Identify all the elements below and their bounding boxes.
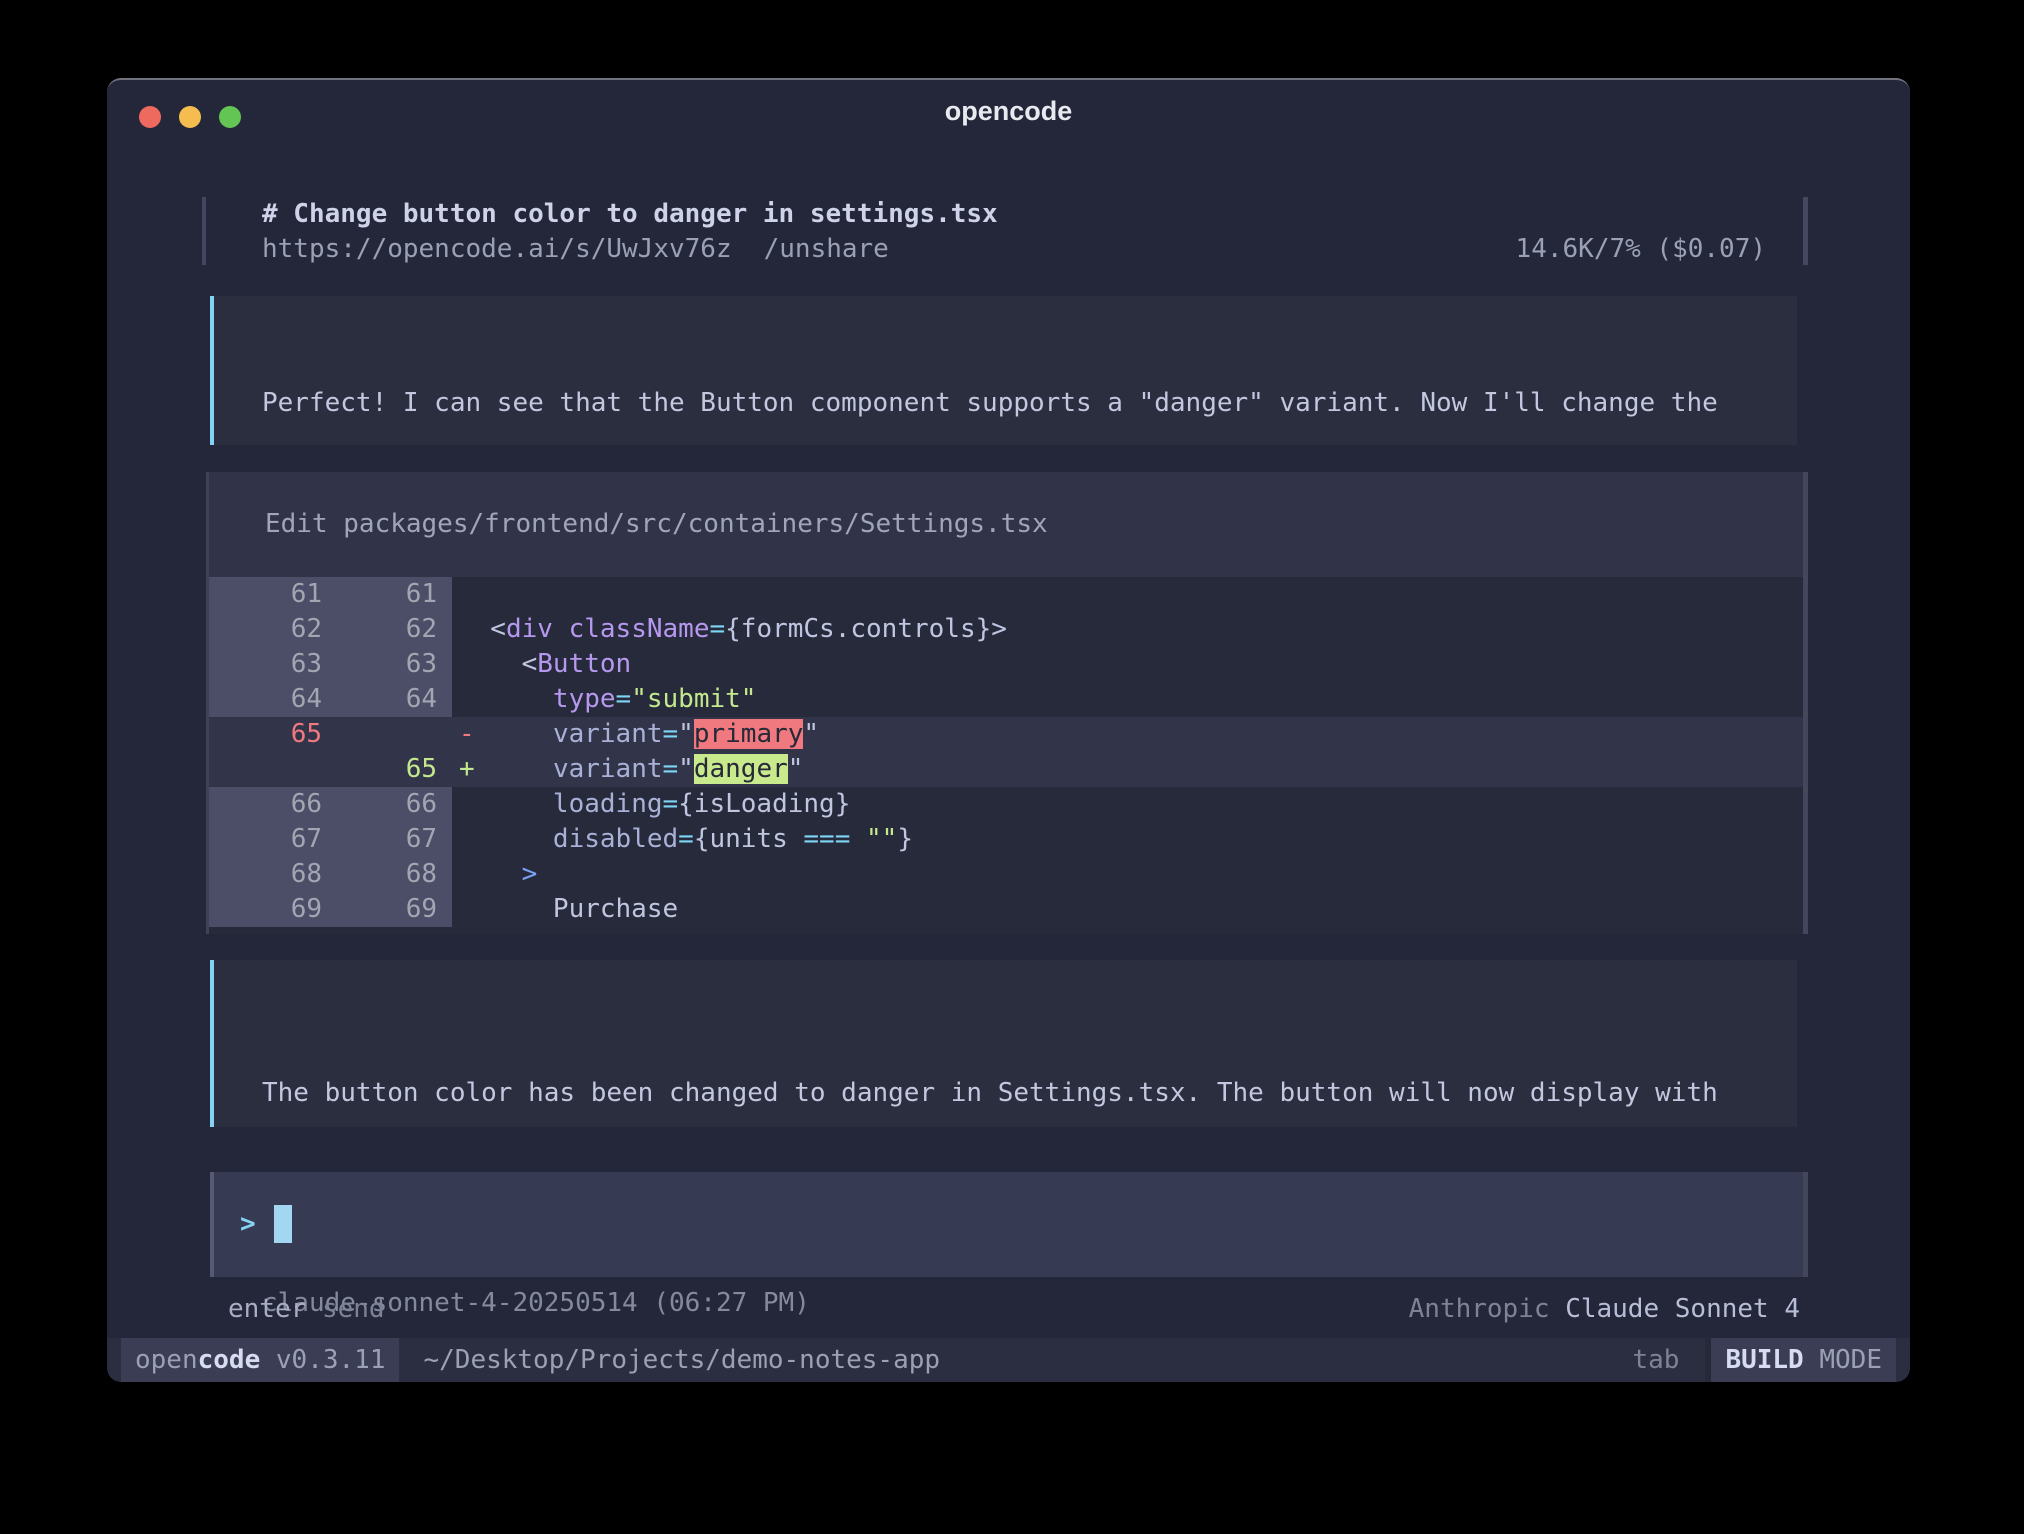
input-accent-bar: [210, 1172, 214, 1277]
message-accent-bar: [210, 296, 214, 445]
model-label: Claude Sonnet 4: [1565, 1294, 1800, 1324]
share-url[interactable]: https://opencode.ai/s/UwJxv76z: [262, 234, 732, 264]
mode-chip: BUILD MODE: [1711, 1338, 1896, 1382]
mode-name: BUILD: [1725, 1343, 1803, 1378]
prompt-input[interactable]: >: [210, 1172, 1808, 1277]
diff-row: 6868 >: [209, 857, 1803, 892]
tab-key-hint[interactable]: tab: [1632, 1338, 1679, 1382]
window-title: opencode: [107, 96, 1910, 127]
session-right-bar: [1803, 197, 1808, 265]
app-version: v0.3.11: [260, 1343, 385, 1378]
status-bar: opencode v0.3.11 ~/Desktop/Projects/demo…: [107, 1338, 1910, 1382]
app-name-open: open: [135, 1343, 198, 1378]
diff-row: 6666 loading={isLoading}: [209, 787, 1803, 822]
diff-row: 6262 <div className={formCs.controls}>: [209, 612, 1803, 647]
model-indicator: Anthropic Claude Sonnet 4: [1409, 1292, 1800, 1327]
send-hint: enter send: [228, 1292, 385, 1327]
enter-key-hint: enter: [228, 1294, 306, 1324]
app-name-code: code: [198, 1343, 261, 1378]
edit-tool-header: Edit packages/frontend/src/containers/Se…: [209, 472, 1803, 577]
provider-label: Anthropic: [1409, 1294, 1550, 1324]
diff-row: 6363 <Button: [209, 647, 1803, 682]
context-stats: 14.6K/7% ($0.07): [1516, 232, 1766, 267]
mode-suffix: MODE: [1804, 1343, 1882, 1378]
hint-row: enter send Anthropic Claude Sonnet 4: [228, 1292, 1800, 1327]
edit-tool-block: Edit packages/frontend/src/containers/Se…: [206, 472, 1808, 934]
assistant-message: The button color has been changed to dan…: [210, 960, 1797, 1127]
unshare-command[interactable]: /unshare: [764, 234, 889, 264]
text-cursor: [274, 1205, 292, 1243]
message-line: The button color has been changed to dan…: [262, 1076, 1767, 1111]
diff-row: 65+ variant="danger": [209, 752, 1803, 787]
diff-rows: 61616262 <div className={formCs.controls…: [209, 577, 1803, 927]
session-title: # Change button color to danger in setti…: [262, 197, 998, 232]
diff-row: 6161: [209, 577, 1803, 612]
session-header: # Change button color to danger in setti…: [202, 197, 1808, 265]
prompt-symbol: >: [240, 1207, 256, 1242]
opencode-window: opencode # Change button color to danger…: [107, 78, 1910, 1382]
message-accent-bar: [210, 960, 214, 1127]
titlebar: opencode: [107, 80, 1910, 150]
send-label: send: [322, 1294, 385, 1324]
diff-row: 6767 disabled={units === ""}: [209, 822, 1803, 857]
diff-row: 65- variant="primary": [209, 717, 1803, 752]
message-line: Perfect! I can see that the Button compo…: [262, 386, 1767, 421]
working-directory: ~/Desktop/Projects/demo-notes-app: [423, 1338, 940, 1382]
share-url-group: https://opencode.ai/s/UwJxv76z/unshare: [262, 232, 889, 267]
session-left-bar: [202, 197, 206, 265]
diff-row: 6969 Purchase: [209, 892, 1803, 927]
diff-row: 6464 type="submit": [209, 682, 1803, 717]
app-version-chip: opencode v0.3.11: [121, 1338, 399, 1382]
assistant-message: Perfect! I can see that the Button compo…: [210, 296, 1797, 445]
